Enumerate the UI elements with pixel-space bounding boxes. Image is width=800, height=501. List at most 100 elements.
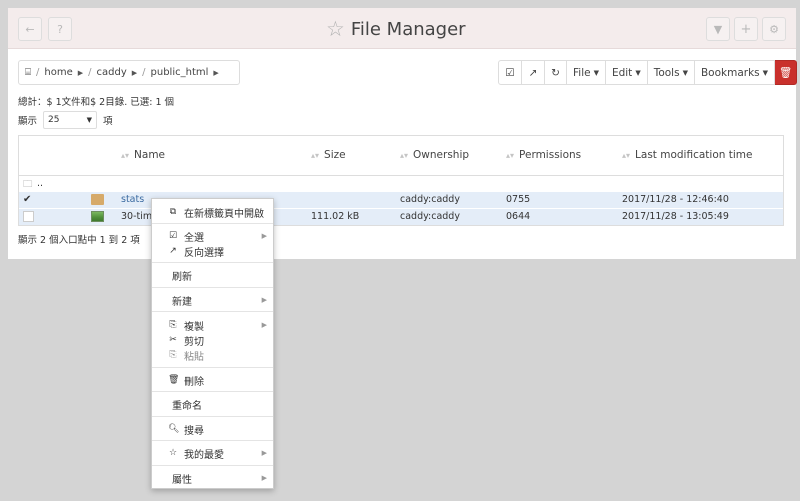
column-header-permissions[interactable]: ▴▾ Permissions — [506, 149, 581, 161]
edit-menu-label: Edit — [611, 66, 633, 79]
caret-right-icon: ▶ — [77, 68, 84, 77]
row-checkbox[interactable] — [23, 211, 34, 222]
row-checkbox-checked[interactable]: ✔ — [23, 194, 34, 205]
back-button[interactable]: ← — [18, 17, 42, 41]
file-menu-button[interactable]: File ▼ — [567, 60, 606, 85]
file-name[interactable]: stats — [121, 194, 144, 205]
menu-item-copy[interactable]: ⎘ 複製 ▶ — [152, 318, 273, 333]
file-name[interactable]: 30-timi — [121, 211, 155, 222]
arrow-left-icon: ← — [25, 22, 35, 36]
scissors-icon: ✂ — [169, 335, 177, 345]
menu-divider — [152, 367, 273, 368]
column-header-ownership[interactable]: ▴▾ Ownership — [400, 149, 469, 161]
open-external-button[interactable]: ↗ — [522, 60, 545, 85]
file-size: 111.02 kB — [311, 211, 360, 222]
column-header-name[interactable]: ▴▾ Name — [121, 149, 165, 161]
plus-icon: + — [740, 21, 752, 37]
menu-divider — [152, 465, 273, 466]
table-row[interactable]: ✔ stats caddy:caddy 0755 2017/11/28 - 12… — [19, 192, 783, 208]
help-button[interactable]: ? — [48, 17, 72, 41]
pagination-info: 顯示 2 個入口點中 1 到 2 項 — [18, 235, 140, 246]
sort-icon: ▴▾ — [400, 150, 409, 160]
sort-icon: ▴▾ — [506, 150, 515, 160]
submenu-caret-icon: ▶ — [261, 449, 267, 457]
filter-button[interactable]: ▼ — [706, 17, 730, 41]
page-size-prefix: 顯示 — [18, 116, 38, 127]
breadcrumb-separator: / — [88, 67, 92, 78]
caret-down-icon: ▼ — [593, 68, 599, 77]
search-icon: 🔍︎ — [168, 424, 180, 434]
caret-right-icon: ▶ — [131, 68, 138, 77]
external-window-icon: ⧉ — [169, 207, 177, 217]
trash-icon: 🗑 — [168, 375, 180, 385]
menu-item-new[interactable]: 新建 ▶ — [152, 293, 273, 308]
menu-item-cut[interactable]: ✂ 剪切 — [152, 333, 273, 348]
select-toggle-button[interactable]: ☑ — [498, 60, 522, 85]
menu-item-select-all[interactable]: ☑ 全選 ▶ — [152, 229, 273, 244]
caret-down-icon: ▼ — [86, 116, 93, 124]
breadcrumb-item-home[interactable]: home — [44, 67, 72, 78]
menu-item-properties[interactable]: 屬性 ▶ — [152, 471, 273, 486]
toolbar: ☑ ↗ ↻ File ▼ Edit ▼ Tools ▼ Bookmarks ▼ 🗑 — [498, 60, 798, 85]
file-manager-panel: ← ? ☆ File Manager ▼ + ⚙ ⌸ / home ▶ / ca… — [8, 8, 798, 259]
sort-icon: ▴▾ — [622, 150, 631, 160]
context-menu: ⧉ 在新標籤頁中開啟 ☑ 全選 ▶ ↗ 反向選擇 刷新 新建 ▶ ⎘ 複製 ▶ ✂ 剪切 ⎘ 粘貼… — [151, 198, 274, 489]
menu-divider — [152, 440, 273, 441]
column-header-size[interactable]: ▴▾ Size — [311, 149, 346, 161]
sort-icon: ▴▾ — [311, 150, 320, 160]
trash-icon: 🗑 — [778, 67, 793, 79]
tools-menu-label: Tools — [653, 66, 680, 79]
delete-button[interactable]: 🗑 — [775, 60, 798, 85]
caret-down-icon: ▼ — [682, 68, 688, 77]
breadcrumb-item-public-html[interactable]: public_html — [151, 67, 209, 78]
breadcrumb-item-caddy[interactable]: caddy — [97, 67, 127, 78]
question-circle-icon: ? — [57, 22, 63, 36]
share-icon: ↗ — [169, 246, 177, 256]
copy-icon: ⎘ — [169, 320, 177, 330]
menu-divider — [152, 287, 273, 288]
file-modified: 2017/11/28 - 13:05:49 — [622, 211, 729, 222]
drive-icon[interactable]: ⌸ — [25, 67, 31, 78]
breadcrumb-separator: / — [36, 67, 40, 78]
menu-item-paste[interactable]: ⎘ 粘貼 — [152, 348, 273, 363]
edit-menu-button[interactable]: Edit ▼ — [605, 60, 648, 85]
bookmarks-menu-button[interactable]: Bookmarks ▼ — [694, 60, 776, 85]
page-size-control: 顯示 25 ▼ 項 — [18, 111, 113, 129]
paste-icon: ⎘ — [169, 350, 177, 360]
caret-right-icon: ▶ — [213, 68, 219, 77]
parent-directory-row[interactable]: 🗀 .. — [19, 176, 783, 192]
menu-item-delete[interactable]: 🗑 刪除 — [152, 373, 273, 388]
parent-directory-label: .. — [37, 178, 44, 189]
add-button[interactable]: + — [734, 17, 758, 41]
menu-item-rename[interactable]: 重命名 — [152, 397, 273, 412]
sort-icon: ▴▾ — [121, 150, 130, 160]
tools-menu-button[interactable]: Tools ▼ — [647, 60, 695, 85]
caret-down-icon: ▼ — [762, 68, 769, 77]
menu-item-refresh[interactable]: 刷新 — [152, 268, 273, 283]
app-title: File Manager — [350, 18, 466, 40]
caret-down-icon: ▼ — [635, 68, 641, 77]
menu-item-open-new-tab[interactable]: ⧉ 在新標籤頁中開啟 — [152, 205, 273, 220]
filter-icon: ▼ — [713, 22, 723, 36]
refresh-button[interactable]: ↻ — [545, 60, 567, 85]
menu-item-search[interactable]: 🔍︎ 搜尋 — [152, 422, 273, 437]
table-row[interactable]: 30-timi 111.02 kB caddy:caddy 0644 2017/… — [19, 209, 783, 225]
check-square-icon: ☑ — [168, 231, 178, 241]
page-size-select[interactable]: 25 ▼ — [43, 111, 98, 129]
star-icon[interactable]: ☆ — [326, 17, 345, 41]
table-header: ▴▾ Name ▴▾ Size ▴▾ Ownership ▴▾ Permissions … — [19, 136, 783, 176]
file-permissions: 0644 — [506, 211, 531, 222]
title-bar: ← ? ☆ File Manager ▼ + ⚙ — [8, 8, 796, 49]
settings-button[interactable]: ⚙ — [762, 17, 786, 41]
folder-icon — [91, 194, 104, 205]
page-title: ☆ File Manager — [326, 16, 466, 42]
menu-divider — [152, 311, 273, 312]
menu-item-favorites[interactable]: ☆ 我的最愛 ▶ — [152, 446, 273, 461]
menu-divider — [152, 416, 273, 417]
file-ownership: caddy:caddy — [400, 194, 460, 205]
refresh-icon: ↻ — [551, 66, 560, 79]
menu-divider — [152, 223, 273, 224]
menu-item-invert-selection[interactable]: ↗ 反向選擇 — [152, 244, 273, 259]
column-header-modified[interactable]: ▴▾ Last modification time — [622, 149, 752, 161]
bookmarks-menu-label: Bookmarks — [700, 66, 760, 79]
